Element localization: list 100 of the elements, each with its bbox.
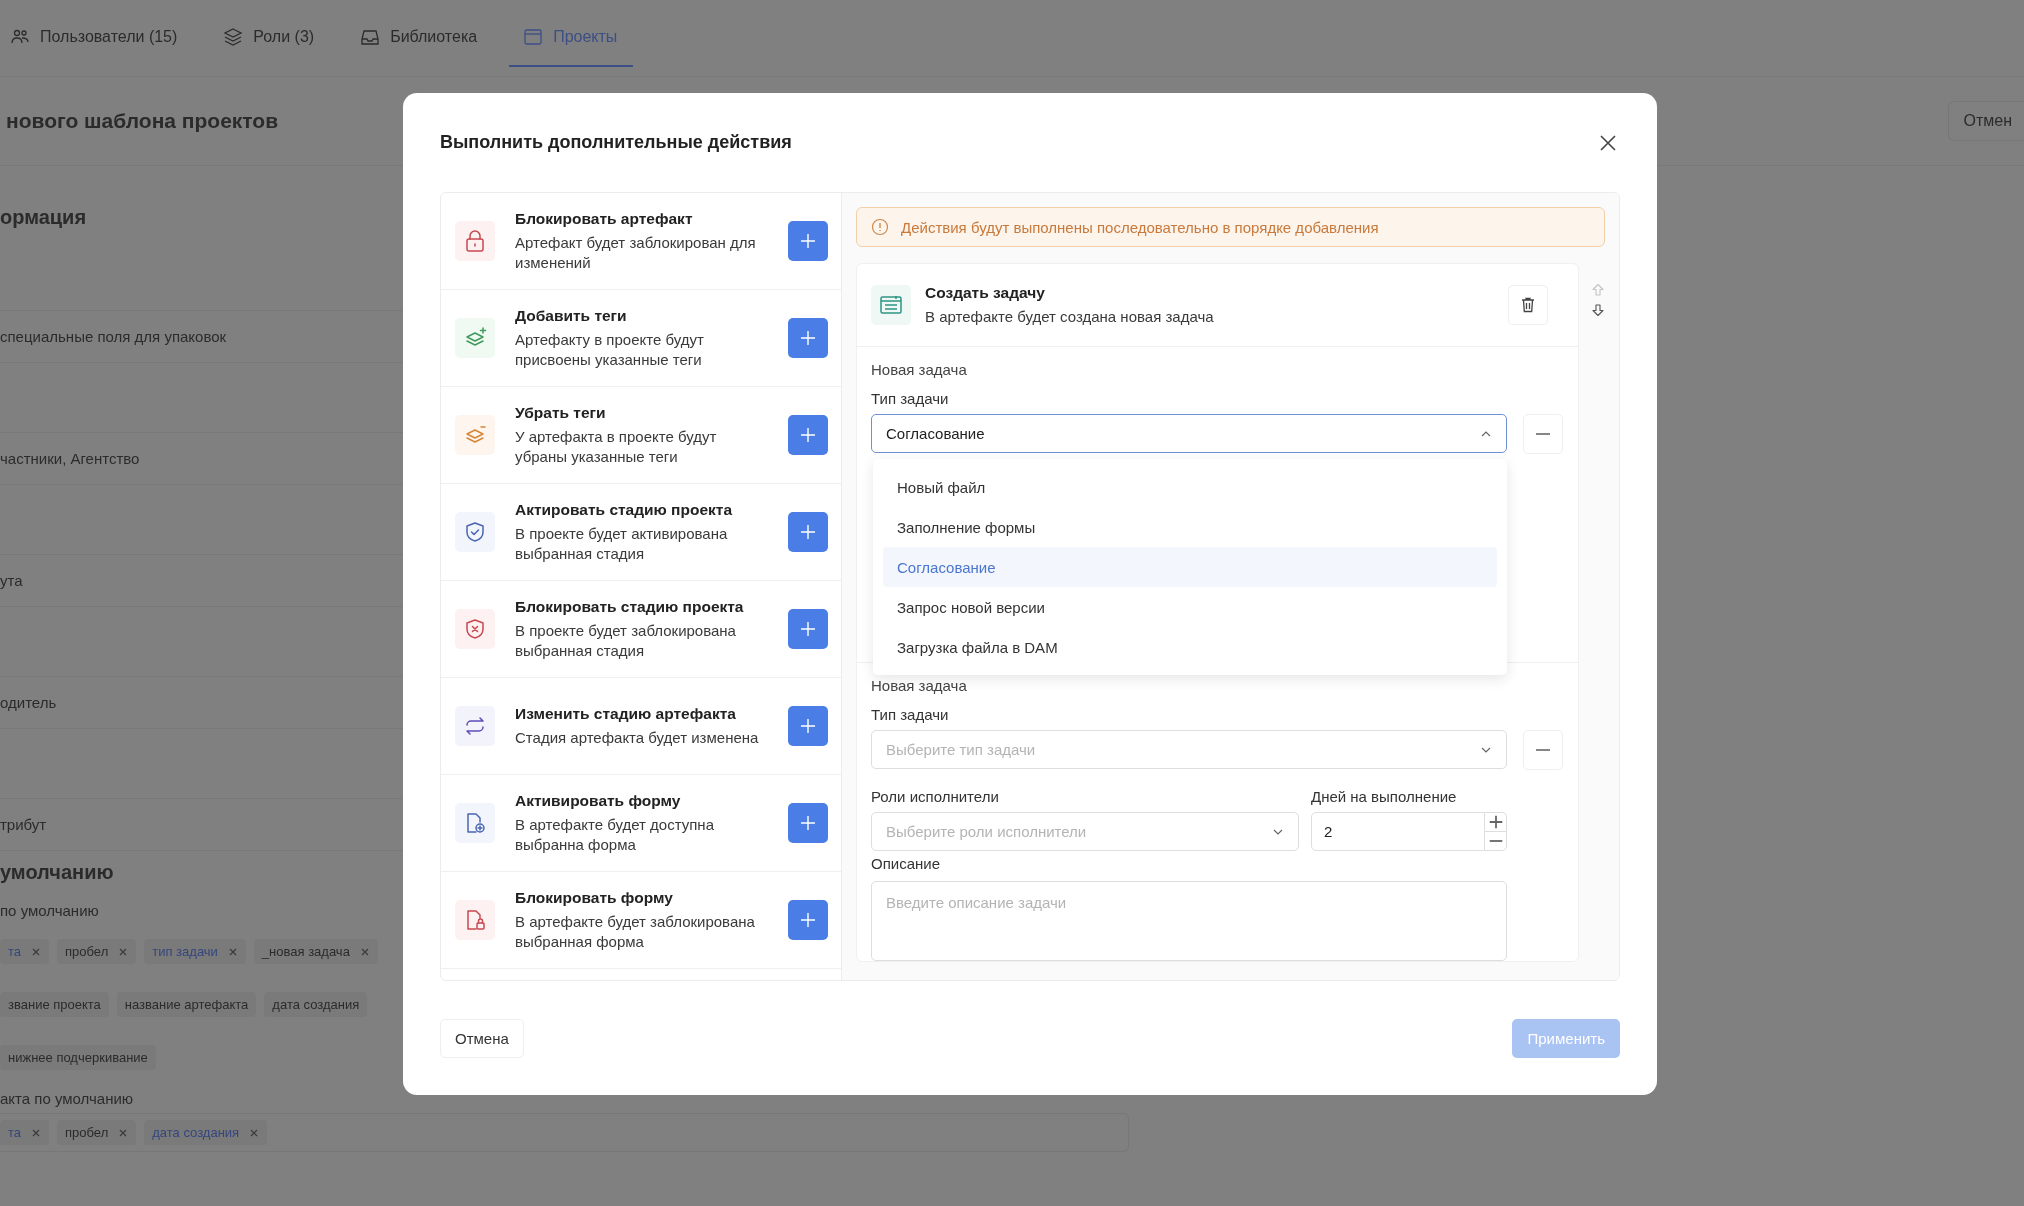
days-number-field[interactable]: 2	[1311, 812, 1485, 851]
field-label: акта по умолчанию	[0, 1089, 134, 1109]
field-value: ута	[0, 572, 23, 589]
field-label: Дней на выполнение	[1311, 788, 1458, 805]
description-field[interactable]: Введите описание задачи	[871, 881, 1507, 961]
action-description: Артефакту в проекте будут присвоены указанные теги	[515, 330, 705, 369]
action-description: В артефакте будет заблокирована выбранная форма	[515, 912, 756, 951]
action-description: Артефакт будет заблокирован для изменений	[515, 233, 757, 272]
minus-icon	[1535, 749, 1551, 751]
task-heading: Новая задача	[871, 677, 968, 694]
section-heading: умолчанию	[0, 860, 115, 885]
nav-tab[interactable]: Пользователи (15)	[10, 9, 194, 67]
task-type-select[interactable]: Согласование	[871, 414, 1507, 453]
stepper[interactable]	[1485, 812, 1507, 851]
plus-icon	[800, 330, 816, 346]
arrow-down-icon[interactable]	[1591, 303, 1605, 317]
action-title: Актировать стадию проекта	[515, 501, 734, 519]
action-title: Активировать форму	[515, 792, 682, 810]
field-label: Тип задачи	[871, 706, 950, 723]
action-description: У артефакта в проекте будут убраны указанные теги	[515, 427, 718, 466]
action-description: В артефакте будет доступна выбранна форма	[515, 815, 715, 854]
add-button[interactable]	[788, 900, 828, 940]
delete-button[interactable]	[1508, 285, 1548, 325]
nav-tab[interactable]: Библиотека	[360, 9, 494, 67]
field-value: частники, Агентство	[0, 450, 140, 467]
dropdown-option[interactable]: Запрос новой версии	[883, 587, 1497, 627]
task-heading: Новая задача	[871, 361, 968, 378]
field-label: Описание	[871, 855, 942, 872]
tag-chip[interactable]: название артефакта	[116, 992, 257, 1017]
action-title: Блокировать стадию проекта	[515, 598, 745, 616]
tag-chip[interactable]: пробел	[57, 1120, 137, 1145]
action-description: Стадия артефакта будет изменена	[515, 727, 760, 748]
section-heading: ормация	[0, 205, 88, 230]
tag-chip[interactable]: дата создания	[264, 992, 368, 1017]
field-value: одитель	[0, 694, 57, 711]
tag-chip[interactable]: та	[0, 1120, 50, 1145]
shield-check-icon	[455, 512, 495, 552]
action-title: Убрать теги	[515, 404, 607, 422]
task-type-select[interactable]: Выберите тип задачи	[871, 730, 1507, 769]
minus-icon	[1535, 433, 1551, 435]
shield-x-icon	[455, 609, 495, 649]
add-button[interactable]	[788, 221, 828, 261]
field-value: трибут	[0, 816, 47, 833]
inbox-icon	[360, 27, 381, 47]
cancel-button[interactable]: Отмен	[1948, 101, 2024, 141]
info-icon	[871, 218, 889, 236]
plus-icon	[800, 233, 816, 249]
plus-icon	[800, 621, 816, 637]
add-button[interactable]	[788, 512, 828, 552]
plus-icon	[800, 815, 816, 831]
dialog-title: Выполнить дополнительные действия	[440, 132, 792, 153]
file-lock-icon	[455, 900, 495, 940]
add-button[interactable]	[788, 609, 828, 649]
step-title: Создать задачу	[925, 283, 1046, 302]
nav-tab[interactable]: Проекты	[509, 9, 634, 67]
action-title: Блокировать форму	[515, 889, 674, 907]
roles-select[interactable]: Выберите роли исполнители	[871, 812, 1299, 851]
close-icon[interactable]	[1598, 132, 1618, 153]
lock-icon	[455, 221, 495, 261]
nav-tab[interactable]: Роли (3)	[223, 9, 331, 67]
window-icon	[523, 27, 544, 47]
layers-minus-icon	[455, 415, 495, 455]
plus-icon	[800, 524, 816, 540]
arrow-up-icon[interactable]	[1591, 283, 1605, 297]
plus-icon	[800, 427, 816, 443]
action-title: Блокировать артефакт	[515, 210, 694, 228]
add-button[interactable]	[788, 803, 828, 843]
field-value: специальные поля для упаковок	[0, 328, 227, 345]
action-title: Изменить стадию артефакта	[515, 704, 737, 723]
cancel-button[interactable]: Отмена	[440, 1018, 524, 1058]
action-title: Добавить теги	[515, 307, 628, 325]
add-button[interactable]	[788, 706, 828, 746]
dropdown-option[interactable]: Заполнение формы	[883, 507, 1497, 547]
add-button[interactable]	[788, 318, 828, 358]
step-description: В артефакте будет создана новая задача	[925, 306, 1215, 327]
task-list-icon	[871, 285, 911, 325]
alert-text: Действия будут выполнены последовательно в порядке добавления	[901, 218, 1379, 236]
tag-chip[interactable]: пробел	[57, 939, 137, 964]
dropdown-option[interactable]: Новый файл	[883, 467, 1497, 507]
add-button[interactable]	[788, 415, 828, 455]
tag-chip[interactable]: _новая задача	[253, 939, 378, 964]
layers-plus-icon	[455, 318, 495, 358]
tag-chip[interactable]: дата создания	[144, 1120, 268, 1145]
tag-chip[interactable]: звание проекта	[0, 992, 109, 1017]
plus-icon	[800, 718, 816, 734]
action-description: В проекте будет заблокирована выбранная стадия	[515, 621, 737, 660]
layers-icon	[223, 27, 244, 47]
file-plus-icon	[455, 803, 495, 843]
trash-icon	[1519, 296, 1537, 314]
field-label: по умолчанию	[0, 901, 99, 921]
swap-arrows-icon	[455, 706, 495, 746]
tag-chip[interactable]: нижнее подчеркивание	[0, 1045, 156, 1070]
tag-chip[interactable]: та	[0, 939, 50, 964]
tag-chip[interactable]: тип задачи	[144, 939, 246, 964]
plus-icon	[800, 912, 816, 928]
dropdown-option[interactable]: Согласование	[883, 547, 1497, 587]
field-label: Тип задачи	[871, 390, 950, 407]
dropdown-option[interactable]: Загрузка файла в DAM	[883, 627, 1497, 667]
field-label: Роли исполнители	[871, 788, 1000, 805]
page-title: нового шаблона проектов	[6, 109, 279, 133]
